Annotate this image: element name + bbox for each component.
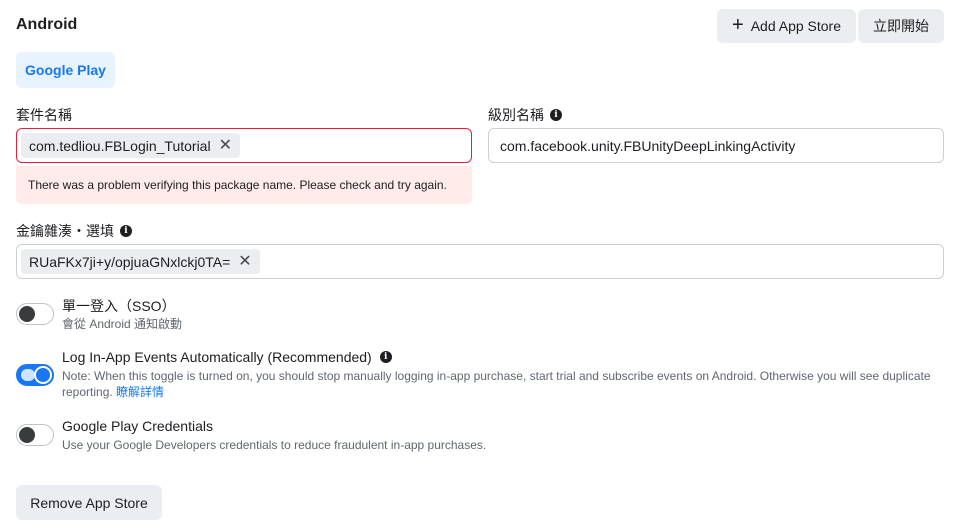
google-play-credentials-toggle[interactable] — [16, 424, 54, 446]
info-icon[interactable]: i — [120, 225, 132, 237]
remove-token-icon[interactable]: ✕ — [238, 253, 251, 270]
learn-more-link[interactable]: 瞭解詳情 — [116, 385, 164, 399]
key-hash-label: 金鑰雜湊・選填 i — [16, 221, 132, 241]
section-title: Android — [16, 16, 78, 33]
class-name-label-text: 級別名稱 — [488, 107, 544, 123]
package-name-error: There was a problem verifying this packa… — [16, 166, 472, 204]
quick-start-button[interactable]: 立即開始 — [858, 9, 944, 43]
key-hash-input[interactable]: RUaFKx7ji+y/opjuaGNxlckj0TA= ✕ — [16, 244, 944, 279]
add-app-store-label: Add App Store — [750, 18, 841, 34]
toggle-knob — [19, 306, 35, 322]
android-settings-panel: Android + Add App Store 立即開始 Google Play… — [0, 0, 960, 529]
sso-title-text: 單一登入（SSO） — [62, 298, 176, 314]
info-icon[interactable]: i — [379, 351, 392, 363]
log-events-toggle[interactable] — [16, 364, 54, 386]
sso-title: 單一登入（SSO） — [62, 296, 176, 316]
remove-app-store-button[interactable]: Remove App Store — [16, 485, 162, 520]
sso-desc: 會從 Android 通知啟動 — [62, 317, 183, 331]
sso-toggle[interactable] — [16, 303, 54, 325]
remove-token-icon[interactable]: ✕ — [219, 137, 232, 154]
top-actions: + Add App Store 立即開始 — [717, 9, 944, 43]
log-events-title: Log In-App Events Automatically (Recomme… — [62, 349, 392, 365]
plus-icon: + — [732, 14, 744, 36]
key-hash-token-text: RUaFKx7ji+y/opjuaGNxlckj0TA= — [29, 253, 231, 270]
package-name-input[interactable]: com.tedliou.FBLogin_Tutorial ✕ — [16, 128, 472, 163]
class-name-input[interactable]: com.facebook.unity.FBUnityDeepLinkingAct… — [488, 128, 944, 163]
tab-google-play[interactable]: Google Play — [16, 52, 115, 88]
info-icon[interactable]: i — [550, 109, 562, 121]
log-events-desc-text: Note: When this toggle is turned on, you… — [62, 369, 931, 399]
class-name-label: 級別名稱 i — [488, 105, 562, 125]
toggle-knob — [19, 427, 35, 443]
google-play-credentials-desc: Use your Google Developers credentials t… — [62, 438, 487, 452]
package-name-label-text: 套件名稱 — [16, 107, 72, 123]
key-hash-token: RUaFKx7ji+y/opjuaGNxlckj0TA= ✕ — [21, 249, 260, 274]
package-name-label: 套件名稱 — [16, 105, 72, 125]
log-events-desc: Note: When this toggle is turned on, you… — [62, 368, 942, 400]
google-play-credentials-title: Google Play Credentials — [62, 418, 213, 434]
google-play-credentials-title-text: Google Play Credentials — [62, 418, 213, 434]
package-name-token: com.tedliou.FBLogin_Tutorial ✕ — [21, 133, 240, 158]
key-hash-label-text: 金鑰雜湊・選填 — [16, 223, 114, 239]
log-events-title-text: Log In-App Events Automatically (Recomme… — [62, 349, 372, 365]
toggle-knob — [34, 366, 52, 384]
class-name-value: com.facebook.unity.FBUnityDeepLinkingAct… — [500, 137, 796, 154]
add-app-store-button[interactable]: + Add App Store — [717, 9, 856, 43]
package-name-token-text: com.tedliou.FBLogin_Tutorial — [29, 137, 211, 154]
